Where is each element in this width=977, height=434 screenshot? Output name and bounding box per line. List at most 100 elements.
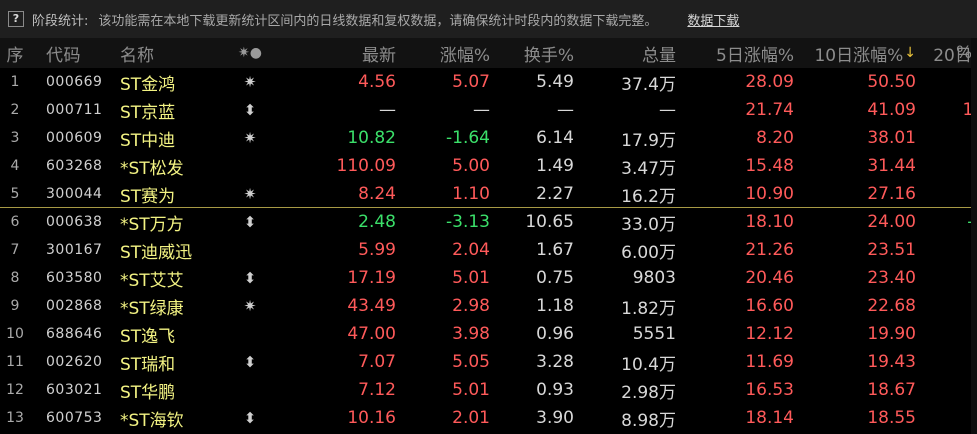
row-volume: 6.00万 — [621, 242, 676, 263]
row-10d-change: 22.68 — [867, 296, 916, 316]
col-header-turnover[interactable]: 换手% — [492, 38, 574, 68]
row-volume: 5551 — [632, 324, 676, 344]
row-turnover: 0.96 — [536, 324, 574, 344]
row-turnover: 1.67 — [536, 240, 574, 260]
notice-label: 阶段统计: — [32, 13, 89, 29]
row-flag-icon: ⬍ — [243, 409, 257, 427]
row-change-pct: — — [473, 100, 490, 120]
row-20d-change: 56.16 — [918, 68, 977, 96]
row-seq: 10 — [6, 326, 24, 342]
col-header-10d-change[interactable]: 10日涨幅% ↓ — [796, 38, 916, 68]
row-5d-change: 28.09 — [745, 72, 794, 92]
row-20d-change: 35.10 — [918, 376, 977, 404]
table-row[interactable]: 12 603021 ST华鹏 7.12 5.01 0.93 2.98万 16.53 18.673… — [0, 376, 977, 404]
row-5d-change: 11.69 — [745, 352, 794, 372]
row-seq: 4 — [10, 158, 20, 174]
table-row[interactable]: 9 002868 *ST绿康 ✷ 43.49 2.98 1.18 1.82万 16.60 22.6… — [0, 292, 977, 320]
row-flag-icon: ✷ — [243, 129, 257, 147]
table-body: 1000669ST金鸿✷4.565.075.4937.4万28.0950.505… — [0, 68, 977, 432]
row-name: ST逸飞 — [120, 326, 176, 347]
table-row[interactable]: 2 000711 ST京蓝 ⬍ — — — — 21.74 41.09 116.67 — [0, 96, 977, 124]
row-flag-icon: ✷ — [243, 73, 257, 91]
stage-stats-notice-bar: ? 阶段统计: 该功能需在本地下载更新统计区间内的日线数据和复权数据，请确保统计… — [0, 0, 977, 38]
col-header-change-pct[interactable]: 涨幅% — [398, 38, 490, 68]
row-volume: 33.0万 — [621, 214, 676, 235]
help-icon[interactable]: ? — [8, 11, 24, 27]
row-latest-price: 7.07 — [358, 352, 396, 372]
row-code: 688646 — [46, 326, 103, 342]
row-10d-change: 24.00 — [867, 212, 916, 232]
table-row[interactable]: 13 600753 *ST海钦 ⬍ 10.16 2.01 3.90 8.98万 18.14 18.… — [0, 404, 977, 432]
row-code: 603268 — [46, 158, 103, 174]
row-5d-change: 20.46 — [745, 268, 794, 288]
row-seq: 12 — [6, 382, 24, 398]
stock-table: 序 代码 名称 ✷● 最新 涨幅% 换手% 总量 5日涨幅% 10日涨幅% ↓ 2… — [0, 38, 977, 432]
row-latest-price: 7.12 — [358, 380, 396, 400]
row-10d-change: 31.44 — [867, 156, 916, 176]
row-seq: 1 — [10, 74, 20, 90]
row-change-pct: 5.05 — [452, 352, 490, 372]
row-seq: 6 — [10, 214, 20, 230]
row-seq: 3 — [10, 130, 20, 146]
col-header-10d-label: 10日涨幅% — [814, 45, 904, 66]
table-row[interactable]: 6 000638 *ST万方 ⬍ 2.48 -3.13 10.65 33.0万 18.10 24.… — [0, 208, 977, 236]
row-code: 000669 — [46, 74, 103, 90]
col-header-5d-change[interactable]: 5日涨幅% — [676, 38, 794, 68]
row-5d-change: 10.90 — [745, 184, 794, 204]
row-code: 002620 — [46, 354, 103, 370]
row-10d-change: 27.16 — [867, 184, 916, 204]
row-latest-price: 110.09 — [336, 156, 396, 176]
col-header-name[interactable]: 名称 — [120, 38, 238, 68]
row-20d-change: 36.65 — [918, 180, 977, 208]
row-flag-icon: ✷ — [243, 297, 257, 315]
row-latest-price: 4.56 — [358, 72, 396, 92]
row-flag-icon: ⬍ — [243, 213, 257, 231]
row-20d-change: 116.67 — [962, 100, 977, 120]
col-header-seq[interactable]: 序 — [0, 38, 30, 68]
table-row[interactable]: 3 000609 ST中迪 ✷ 10.82 -1.64 6.14 17.9万 8.20 38.01… — [0, 124, 977, 152]
row-10d-change: 38.01 — [867, 128, 916, 148]
notice-text: 该功能需在本地下载更新统计区间内的日线数据和复权数据，请确保统计时段内的数据下载… — [98, 13, 658, 29]
row-seq: 7 — [10, 242, 20, 258]
row-5d-change: 18.14 — [745, 408, 794, 428]
row-flag-icon: ⬍ — [243, 101, 257, 119]
row-code: 000711 — [46, 102, 103, 118]
row-name: *ST松发 — [120, 158, 184, 179]
row-turnover: 1.18 — [536, 296, 574, 316]
row-name: ST京蓝 — [120, 102, 176, 123]
col-header-code[interactable]: 代码 — [46, 38, 116, 68]
row-5d-change: 12.12 — [745, 324, 794, 344]
col-header-flag-icons[interactable]: ✷● — [238, 38, 262, 68]
table-row[interactable]: 1 000669 ST金鸿 ✷ 4.56 5.07 5.49 37.4万 28.09 50.505… — [0, 68, 977, 96]
table-row[interactable]: 4 603268 *ST松发 110.09 5.00 1.49 3.47万 15.48 31.4… — [0, 152, 977, 180]
col-header-volume[interactable]: 总量 — [576, 38, 676, 68]
row-flag-icon — [240, 236, 260, 264]
row-volume: 17.9万 — [621, 130, 676, 151]
row-seq: 2 — [10, 102, 20, 118]
row-seq: 13 — [6, 410, 24, 426]
table-row[interactable]: 8 603580 *ST艾艾 ⬍ 17.19 5.01 0.75 9803 20.46 23.40… — [0, 264, 977, 292]
row-seq: 8 — [10, 270, 20, 286]
table-row[interactable]: 7 300167 ST迪威迅 5.99 2.04 1.67 6.00万 21.26 23.511… — [0, 236, 977, 264]
row-volume: 1.82万 — [621, 298, 676, 319]
row-20d-change: -25.75 — [918, 208, 977, 236]
col-header-latest[interactable]: 最新 — [300, 38, 396, 68]
row-turnover: 3.28 — [536, 352, 574, 372]
row-code: 603580 — [46, 270, 103, 286]
scrollbar-track[interactable] — [971, 38, 977, 434]
row-latest-price: 17.19 — [347, 268, 396, 288]
sort-desc-icon: ↓ — [904, 45, 916, 61]
row-turnover: 2.27 — [536, 184, 574, 204]
row-20d-change: 24.73 — [918, 320, 977, 348]
data-download-link[interactable]: 数据下载 — [687, 10, 739, 29]
row-volume: 2.98万 — [621, 382, 676, 403]
row-turnover: 3.90 — [536, 408, 574, 428]
row-code: 300167 — [46, 242, 103, 258]
table-row[interactable]: 5 300044 ST赛为 ✷ 8.24 1.10 2.27 16.2万 10.90 27.163… — [0, 180, 977, 208]
row-name: *ST海钦 — [120, 410, 184, 431]
row-turnover: 0.93 — [536, 380, 574, 400]
row-latest-price: 47.00 — [347, 324, 396, 344]
table-row[interactable]: 10 688646 ST逸飞 47.00 3.98 0.96 5551 12.12 19.902… — [0, 320, 977, 348]
row-10d-change: 18.55 — [867, 408, 916, 428]
table-row[interactable]: 11 002620 ST瑞和 ⬍ 7.07 5.05 3.28 10.4万 11.69 19.43… — [0, 348, 977, 376]
